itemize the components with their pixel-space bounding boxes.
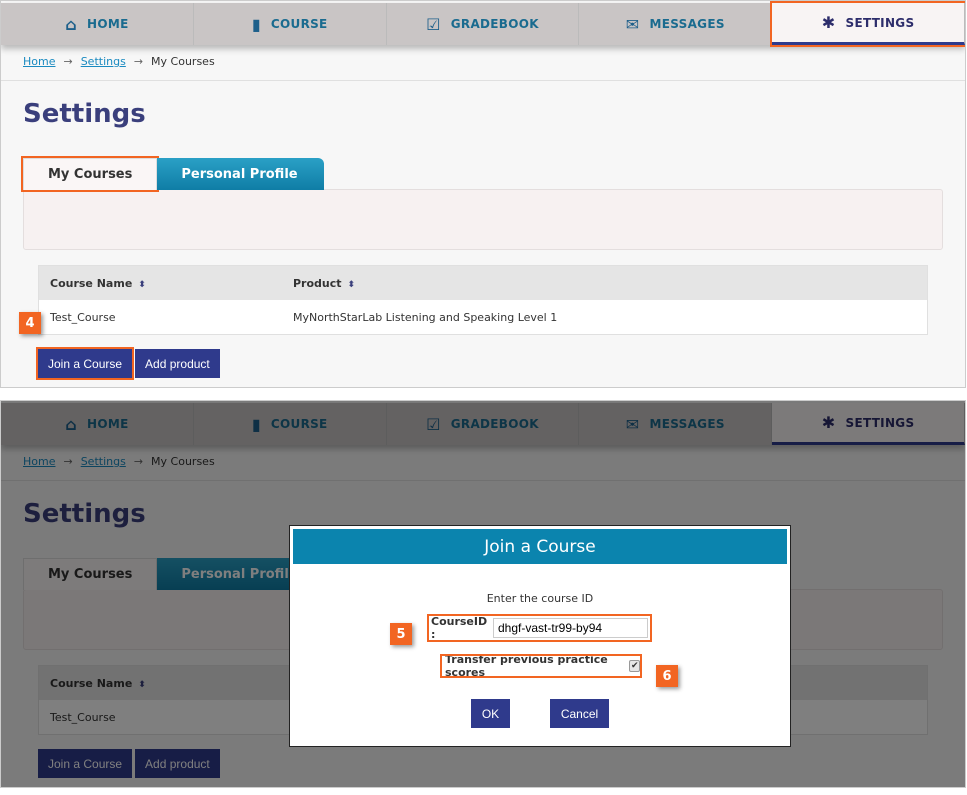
book-icon: ▮ [251,14,261,34]
sort-icon[interactable]: ⬍ [138,280,146,290]
gradebook-icon: ☑ [426,14,441,34]
envelope-icon: ✉ [625,14,640,34]
breadcrumb-current: My Courses [151,55,215,68]
nav-label: COURSE [270,17,328,31]
nav-home[interactable]: ⌂ HOME [1,3,194,45]
courseid-input[interactable] [493,618,648,638]
table-row: Test_Course MyNorthStarLab Listening and… [39,300,927,334]
breadcrumb: Home → Settings → My Courses [23,55,215,68]
transfer-label: Transfer previous practice scores [445,653,608,679]
ok-button[interactable]: OK [471,699,510,728]
sort-icon[interactable]: ⬍ [348,280,356,290]
nav-label: SETTINGS [845,15,915,30]
table-header: Course Name⬍ Product⬍ [39,266,927,300]
dialog-title: Join a Course [292,528,788,565]
courseid-group: CourseID : [427,614,652,642]
settings-tabs: My Courses Personal Profile [20,156,324,192]
tab-panel [23,189,943,250]
step-callout: 5 [390,623,412,645]
tab-personal-profile[interactable]: Personal Profile [157,158,324,190]
arrow: → [63,55,73,68]
transfer-checkbox[interactable]: ✔ [629,660,640,672]
cancel-button[interactable]: Cancel [550,699,609,728]
tab-my-courses[interactable]: My Courses [20,156,160,192]
step-callout: 6 [656,665,678,687]
join-course-button[interactable]: Join a Course [35,347,135,380]
cell-course-name: Test_Course [50,310,116,324]
header-course-name[interactable]: Course Name⬍ [39,277,293,290]
transfer-group: Transfer previous practice scores ✔ [440,653,642,679]
nav-label: MESSAGES [649,17,725,31]
dialog-instruction: Enter the course ID [486,592,594,605]
courses-table: Course Name⬍ Product⬍ Test_Course MyNort… [38,265,928,335]
add-product-button[interactable]: Add product [135,349,220,378]
breadcrumb-settings[interactable]: Settings [81,55,126,68]
nav-gradebook[interactable]: ☑ GRADEBOOK [387,3,580,45]
divider [1,80,965,81]
courseid-label: CourseID : [431,615,488,641]
action-buttons: Join a Course Add product [35,347,220,380]
cell-product: MyNorthStarLab Listening and Speaking Le… [293,310,558,324]
page-title: Settings [23,99,146,129]
nav-course[interactable]: ▮ COURSE [194,3,387,45]
home-icon: ⌂ [65,14,77,34]
breadcrumb-home[interactable]: Home [23,55,55,68]
nav-messages[interactable]: ✉ MESSAGES [579,3,773,45]
nav-label: HOME [86,17,129,31]
top-nav: ⌂ HOME ▮ COURSE ☑ GRADEBOOK ✉ MESSAGES ✱ SETT… [1,1,965,47]
join-course-dialog: Join a Course Enter the course ID Course… [289,525,791,747]
header-product[interactable]: Product⬍ [293,277,927,290]
gear-icon: ✱ [821,13,836,32]
screen-step-4: ⌂ HOME ▮ COURSE ☑ GRADEBOOK ✉ MESSAGES ✱ SETT… [0,0,966,388]
arrow: → [133,55,144,68]
step-callout: 4 [19,312,41,334]
nav-settings[interactable]: ✱ SETTINGS [770,1,965,47]
nav-label: GRADEBOOK [450,17,539,31]
